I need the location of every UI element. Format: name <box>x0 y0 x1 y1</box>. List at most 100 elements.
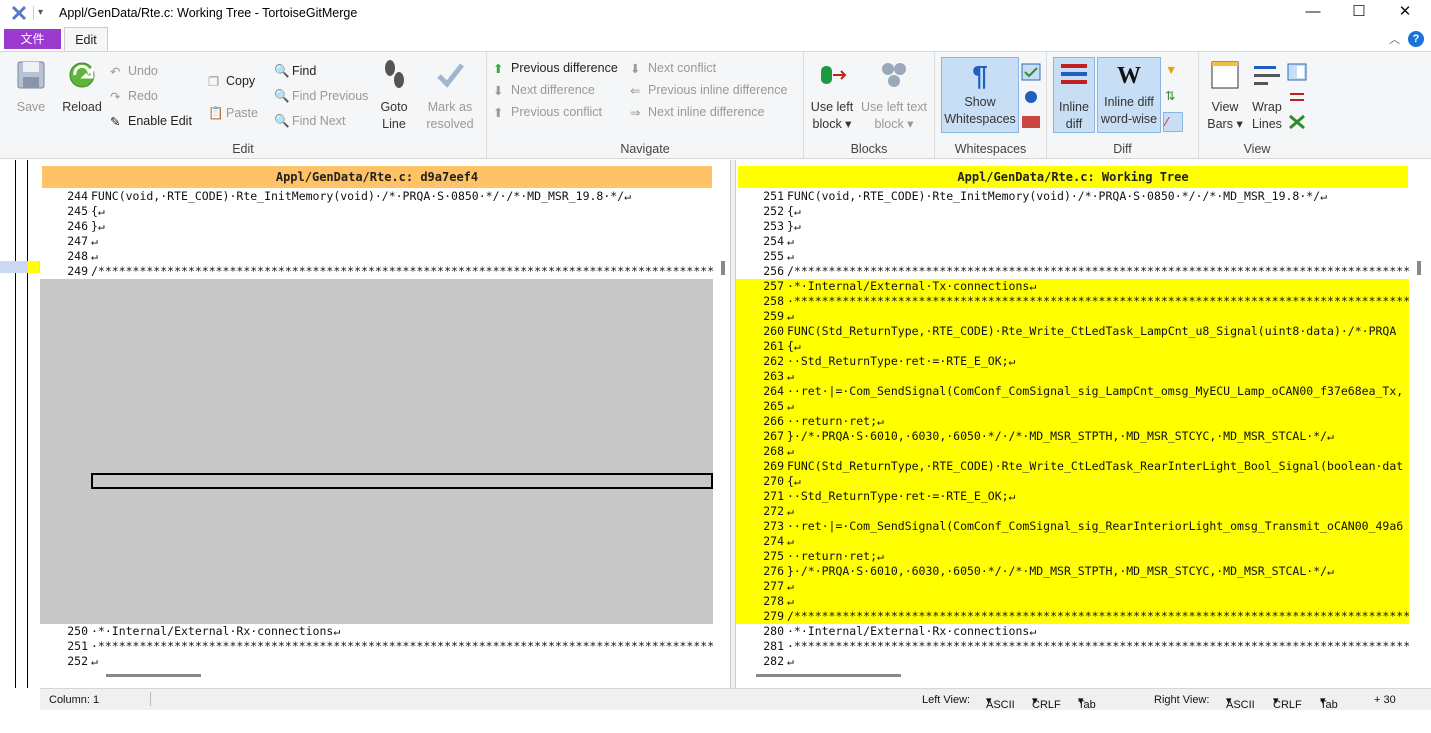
diff-filter-dropdown[interactable]: ▼ <box>1165 63 1179 77</box>
code-line[interactable]: 260 FUNC(Std_ReturnType,·RTE_CODE)·Rte_Wr… <box>736 324 1409 339</box>
code-line[interactable]: 266 ··return·ret;↵ <box>736 414 1409 429</box>
wrap-lines-button[interactable]: Wrap Lines <box>1247 58 1287 133</box>
reload-button[interactable]: Reload <box>58 58 106 116</box>
collapse-ribbon-icon[interactable]: ︿ <box>1389 31 1400 47</box>
previous-difference-button[interactable]: ⬆ Previous difference <box>493 61 618 76</box>
right-vertical-scrollbar[interactable] <box>1417 261 1421 275</box>
diff-moved-button[interactable]: ⇅ <box>1165 88 1179 103</box>
code-line[interactable]: 244 FUNC(void,·RTE_CODE)·Rte_InitMemory(v… <box>40 189 713 204</box>
code-line[interactable]: 277 ↵ <box>736 579 1409 594</box>
save-button[interactable]: Save <box>10 58 52 116</box>
left-vertical-scrollbar[interactable] <box>721 261 725 275</box>
collapse-icon[interactable] <box>1287 113 1307 131</box>
diff-lines-toggle[interactable]: ⁄ <box>1163 112 1183 132</box>
code-line[interactable]: 252 ↵ <box>40 654 713 669</box>
find-next-button[interactable]: 🔍 Find Next <box>274 114 346 128</box>
quick-access-dropdown-icon[interactable]: ▾ <box>33 6 45 20</box>
code-line[interactable]: 267}·/*·PRQA·S·6010,·6030,·6050·*/·/*·MD… <box>736 429 1409 444</box>
status-right-encoding[interactable]: ASCII ▾ <box>1226 694 1255 711</box>
code-line[interactable]: 247 ↵ <box>40 234 713 249</box>
code-line[interactable]: 275 ··return·ret;↵ <box>736 549 1409 564</box>
line-number: 257 <box>763 279 784 293</box>
code-line[interactable]: 282 ↵ <box>736 654 1409 669</box>
inline-diff-button[interactable]: Inline diff <box>1053 57 1095 133</box>
status-left-encoding[interactable]: ASCII ▾ <box>986 694 1015 711</box>
minimize-button[interactable]: — <box>1290 0 1336 26</box>
copy-button[interactable]: ❐ Copy <box>208 74 255 89</box>
previous-inline-difference-button[interactable]: ⇐ Previous inline difference <box>630 83 787 98</box>
ignore-whitespace-icon[interactable] <box>1021 63 1041 81</box>
mark-resolved-button[interactable]: Mark as resolved <box>422 58 478 133</box>
status-right-eol[interactable]: CRLF ▾ <box>1273 694 1302 711</box>
help-icon[interactable]: ? <box>1408 31 1424 47</box>
code-line[interactable]: 261 {↵ <box>736 339 1409 354</box>
location-bar[interactable] <box>0 160 40 688</box>
code-line[interactable]: 258 ·************************************… <box>736 294 1409 309</box>
enable-edit-button[interactable]: ✎ Enable Edit <box>110 114 192 129</box>
code-line[interactable]: 249/************************************… <box>40 264 713 279</box>
redo-button[interactable]: ↷ Redo <box>110 89 158 104</box>
status-left-eol[interactable]: CRLF ▾ <box>1032 694 1061 711</box>
code-line[interactable]: 263 ↵ <box>736 369 1409 384</box>
close-button[interactable]: ✕ <box>1382 0 1428 26</box>
code-line[interactable]: 251 ·************************************… <box>40 639 713 654</box>
code-line[interactable]: 268 ↵ <box>736 444 1409 459</box>
next-inline-difference-button[interactable]: ⇒ Next inline difference <box>630 105 765 120</box>
right-horizontal-scrollbar[interactable] <box>756 674 901 677</box>
code-line[interactable]: 251 FUNC(void,·RTE_CODE)·Rte_InitMemory(v… <box>736 189 1409 204</box>
code-line[interactable]: 255 ↵ <box>736 249 1409 264</box>
use-left-text-block-button[interactable]: Use left text block ▾ <box>858 58 930 133</box>
code-line[interactable]: 252 {↵ <box>736 204 1409 219</box>
code-line[interactable]: 272 ↵ <box>736 504 1409 519</box>
code-line[interactable]: 262 ··Std_ReturnType·ret·=·RTE_E_OK;↵ <box>736 354 1409 369</box>
code-line[interactable]: 273 ··ret·|=·Com_SendSignal(ComConf_ComSi… <box>736 519 1409 534</box>
next-conflict-button[interactable]: ⬇ Next conflict <box>630 61 716 76</box>
undo-button[interactable]: ↶ Undo <box>110 64 158 79</box>
paste-button[interactable]: 📋 Paste <box>208 106 258 120</box>
left-horizontal-scrollbar[interactable] <box>106 674 201 677</box>
ignore-case-icon[interactable] <box>1021 113 1041 131</box>
code-line[interactable]: 257 ·*·Internal/External·Tx·connections↵ <box>736 279 1409 294</box>
goto-line-button[interactable]: Goto Line <box>374 58 414 133</box>
code-line[interactable]: 253}↵ <box>736 219 1409 234</box>
code-line[interactable]: 259 ↵ <box>736 309 1409 324</box>
code-line[interactable]: 264 ··ret·|=·Com_SendSignal(ComConf_ComSi… <box>736 384 1409 399</box>
code-line[interactable]: 246}↵ <box>40 219 713 234</box>
tab-file[interactable]: 文件 <box>4 29 61 49</box>
code-line[interactable]: 274 ↵ <box>736 534 1409 549</box>
inline-diff-word-wise-button[interactable]: W Inline diff word-wise <box>1097 57 1161 133</box>
swap-views-icon[interactable] <box>1287 88 1307 106</box>
show-whitespaces-button[interactable]: ¶ Show Whitespaces <box>941 57 1019 133</box>
right-pane[interactable]: Appl/GenData/Rte.c: Working Tree 251 FUNC… <box>736 163 1431 685</box>
maximize-button[interactable]: ☐ <box>1336 0 1382 26</box>
use-left-block-button[interactable]: Use left block ▾ <box>808 58 856 133</box>
previous-conflict-button[interactable]: ⬆ Previous conflict <box>493 105 602 120</box>
code-line[interactable]: 254 ↵ <box>736 234 1409 249</box>
layout-panes-icon[interactable] <box>1287 63 1307 81</box>
code-line[interactable]: 269 FUNC(Std_ReturnType,·RTE_CODE)·Rte_Wr… <box>736 459 1409 474</box>
code-line[interactable]: 248 ↵ <box>40 249 713 264</box>
code-line[interactable]: 276}·/*·PRQA·S·6010,·6030,·6050·*/·/*·MD… <box>736 564 1409 579</box>
code-line[interactable]: 271 ··Std_ReturnType·ret·=·RTE_E_OK;↵ <box>736 489 1409 504</box>
next-difference-button[interactable]: ⬇ Next difference <box>493 83 595 98</box>
left-pane[interactable]: Appl/GenData/Rte.c: d9a7eef4 244 FUNC(voi… <box>40 163 730 685</box>
status-left-tab[interactable]: Tab 4 ▾ <box>1078 694 1096 723</box>
code-line[interactable]: 281 ·************************************… <box>736 639 1409 654</box>
status-right-tab[interactable]: Tab 4 ▾ <box>1320 694 1338 723</box>
code-line[interactable]: 270 {↵ <box>736 474 1409 489</box>
view-bars-button[interactable]: View Bars ▾ <box>1203 58 1247 133</box>
ignore-eol-icon[interactable] <box>1021 88 1041 106</box>
code-line[interactable]: 256/************************************… <box>736 264 1409 279</box>
code-text: ··Std_ReturnType·ret·=·RTE_E_OK;↵ <box>787 354 1016 368</box>
group-navigate-label: Navigate <box>620 142 670 156</box>
code-line[interactable]: 279/************************************… <box>736 609 1409 624</box>
find-previous-button[interactable]: 🔍 Find Previous <box>274 89 368 103</box>
code-line[interactable]: 245 {↵ <box>40 204 713 219</box>
tab-edit[interactable]: Edit <box>64 27 108 51</box>
status-bar: Column: 1 Left View: ASCII ▾ CRLF ▾ Tab … <box>40 688 1431 723</box>
code-line[interactable]: 265 ↵ <box>736 399 1409 414</box>
code-line[interactable]: 278 ↵ <box>736 594 1409 609</box>
code-line[interactable]: 280 ·*·Internal/External·Rx·connections↵ <box>736 624 1409 639</box>
find-button[interactable]: 🔍 Find <box>274 64 316 78</box>
code-line[interactable]: 250 ·*·Internal/External·Rx·connections↵ <box>40 624 713 639</box>
